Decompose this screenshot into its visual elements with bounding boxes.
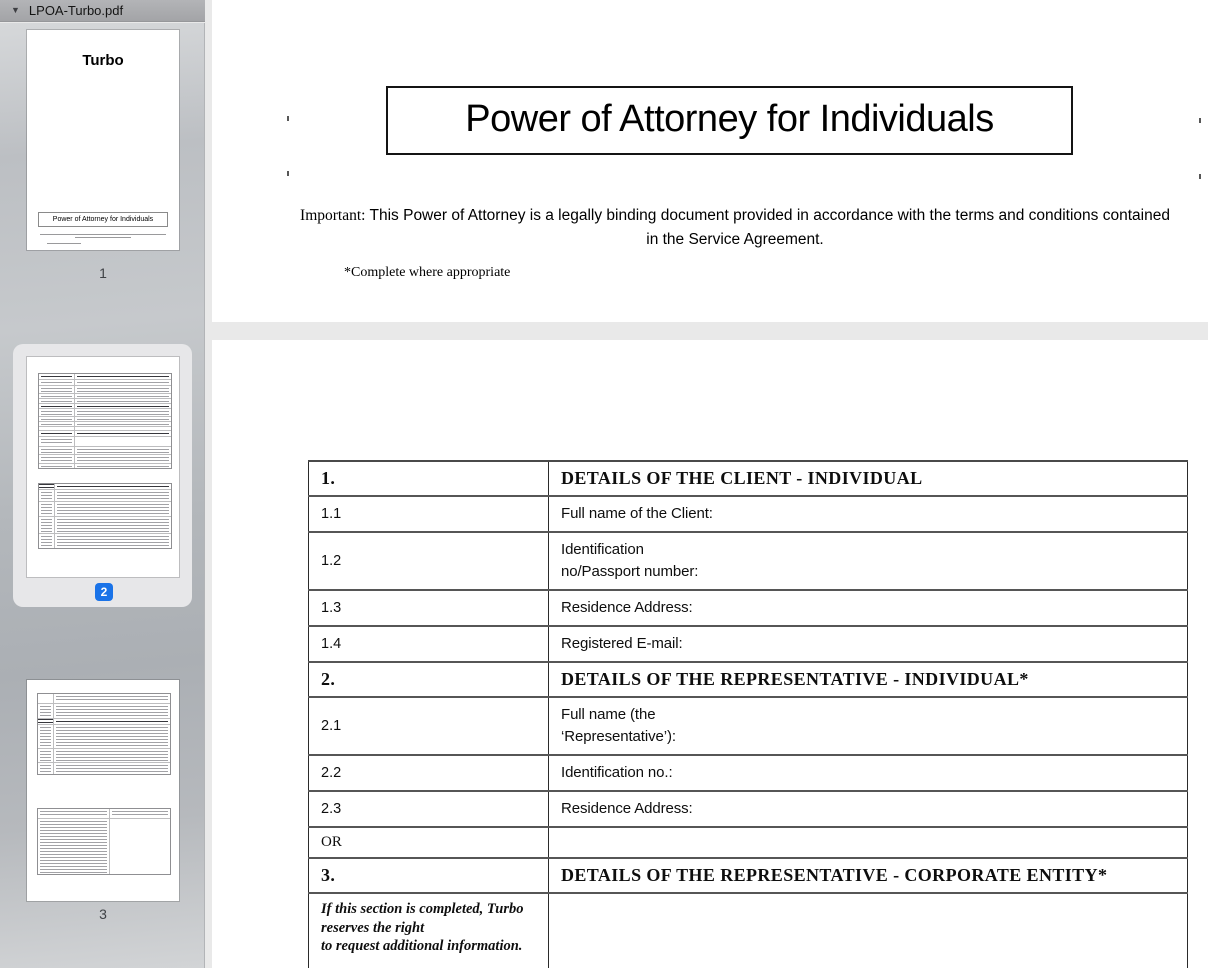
table-row: 2.3Residence Address:	[309, 791, 1188, 827]
thumbnail-mini-row	[38, 703, 170, 718]
row-label-cell: DETAILS OF THE CLIENT - INDIVIDUAL	[549, 461, 1188, 496]
table-row: 2.DETAILS OF THE REPRESENTATIVE - INDIVI…	[309, 662, 1188, 697]
thumb1-textline	[75, 237, 131, 238]
page-2: 1.DETAILS OF THE CLIENT - INDIVIDUAL1.1F…	[212, 340, 1208, 968]
table-row: 1.3Residence Address:	[309, 590, 1188, 626]
row-label-cell: Registered E-mail:	[549, 626, 1188, 662]
row-label-cell: Residence Address:	[549, 791, 1188, 827]
thumbnail-mini-row	[39, 516, 171, 533]
row-number-cell: 2.2	[309, 755, 549, 791]
pdf-filename: LPOA-Turbo.pdf	[29, 3, 123, 18]
row-label-cell: Identificationno/Passport number:	[549, 532, 1188, 590]
thumbnail-mini-row	[39, 426, 171, 430]
thumbnail-mini-row	[38, 724, 170, 748]
table-row: OR	[309, 827, 1188, 858]
thumbnail-mini-row	[39, 489, 171, 501]
important-notice: Important: This Power of Attorney is a l…	[260, 204, 1208, 251]
row-label-cell	[549, 827, 1188, 858]
thumbnail-mini-row	[39, 403, 171, 408]
row-number-cell: 1.	[309, 461, 549, 496]
thumbnail-mini-row	[38, 718, 170, 724]
thumbnail-mini-row	[39, 454, 171, 463]
thumbnail-mini-row	[39, 385, 171, 393]
page-thumbnail-1[interactable]: Turbo Power of Attorney for Individuals	[27, 30, 179, 250]
margin-mark	[287, 171, 289, 176]
row-number-cell: 3.	[309, 858, 549, 893]
thumb2-mini-table-top	[38, 373, 172, 469]
thumbnail-mini-row	[38, 809, 170, 818]
page-1-bottom: Power of Attorney for Individuals Import…	[212, 0, 1208, 322]
margin-mark	[1199, 174, 1201, 179]
important-text-line2: in the Service Agreement.	[260, 228, 1208, 252]
row-number-cell: If this section is completed, Turboreser…	[309, 893, 549, 968]
row-label-cell: DETAILS OF THE REPRESENTATIVE - INDIVIDU…	[549, 662, 1188, 697]
row-label-cell: Residence Address:	[549, 590, 1188, 626]
thumbnail-mini-row	[39, 421, 171, 426]
row-label-cell: Identification no.:	[549, 755, 1188, 791]
sidebar-header[interactable]: ▼ LPOA-Turbo.pdf	[0, 0, 205, 22]
row-number-cell: 1.2	[309, 532, 549, 590]
thumbnail-mini-row	[39, 484, 171, 489]
row-number-cell: 1.3	[309, 590, 549, 626]
page-thumbnail-3[interactable]	[27, 680, 179, 901]
margin-mark	[287, 116, 289, 121]
thumbnail-mini-row	[39, 533, 171, 548]
thumbnail-mini-row	[38, 762, 170, 774]
thumbnail-mini-row	[39, 436, 171, 446]
thumb1-textline	[47, 243, 81, 244]
table-row: 3.DETAILS OF THE REPRESENTATIVE - CORPOR…	[309, 858, 1188, 893]
thumbnail-mini-row	[39, 393, 171, 398]
table-row: 2.2Identification no.:	[309, 755, 1188, 791]
row-number-cell: 1.4	[309, 626, 549, 662]
thumb1-textline	[40, 234, 166, 235]
page-number-1: 1	[27, 265, 179, 281]
margin-mark	[1199, 118, 1201, 123]
thumbnail-mini-row	[39, 463, 171, 468]
thumbnail-mini-row	[38, 694, 170, 703]
thumbnail-mini-row	[39, 430, 171, 436]
thumbnail-mini-row	[38, 748, 170, 762]
important-prefix: Important:	[300, 207, 365, 224]
document-view[interactable]: Power of Attorney for Individuals Import…	[205, 0, 1208, 968]
thumbnail-mini-row	[39, 374, 171, 379]
row-number-cell: 2.1	[309, 697, 549, 755]
row-label-cell: Full name of the Client:	[549, 496, 1188, 532]
thumbnail-sidebar: ▼ LPOA-Turbo.pdf Turbo Power of Attorney…	[0, 0, 205, 968]
page-thumbnail-2[interactable]	[27, 357, 179, 577]
table-row: 1.2Identificationno/Passport number:	[309, 532, 1188, 590]
thumb1-title-box: Power of Attorney for Individuals	[38, 212, 168, 227]
poa-form-table: 1.DETAILS OF THE CLIENT - INDIVIDUAL1.1F…	[308, 460, 1188, 968]
thumbnail-list: Turbo Power of Attorney for Individuals …	[0, 23, 205, 968]
thumb1-brand-text: Turbo	[27, 52, 179, 69]
disclosure-triangle-icon[interactable]: ▼	[11, 6, 20, 15]
thumbnail-mini-row	[39, 416, 171, 421]
thumb2-mini-table-bottom	[38, 483, 172, 549]
document-title: Power of Attorney for Individuals	[386, 86, 1073, 155]
thumbnail-mini-row	[39, 408, 171, 416]
row-number-cell: 2.3	[309, 791, 549, 827]
thumbnail-mini-row	[39, 379, 171, 385]
thumbnail-mini-row	[39, 398, 171, 403]
row-label-cell: Full name (the‘Representative’):	[549, 697, 1188, 755]
thumb3-mini-table-top	[37, 693, 171, 775]
thumb3-mini-table-bottom	[37, 808, 171, 875]
selected-page-number-badge: 2	[95, 583, 113, 601]
thumbnail-mini-row	[39, 501, 171, 516]
table-row: 1.4Registered E-mail:	[309, 626, 1188, 662]
row-label-cell	[549, 893, 1188, 968]
table-row: If this section is completed, Turboreser…	[309, 893, 1188, 968]
row-number-cell: 2.	[309, 662, 549, 697]
thumbnail-mini-row	[39, 446, 171, 454]
row-number-cell: OR	[309, 827, 549, 858]
thumbnail-mini-row	[38, 818, 170, 874]
row-number-cell: 1.1	[309, 496, 549, 532]
row-label-cell: DETAILS OF THE REPRESENTATIVE - CORPORAT…	[549, 858, 1188, 893]
page-number-3: 3	[27, 906, 179, 922]
table-row: 2.1Full name (the‘Representative’):	[309, 697, 1188, 755]
table-row: 1.DETAILS OF THE CLIENT - INDIVIDUAL	[309, 461, 1188, 496]
complete-where-appropriate-note: *Complete where appropriate	[344, 265, 510, 281]
important-text: This Power of Attorney is a legally bind…	[365, 207, 1169, 224]
table-row: 1.1Full name of the Client:	[309, 496, 1188, 532]
